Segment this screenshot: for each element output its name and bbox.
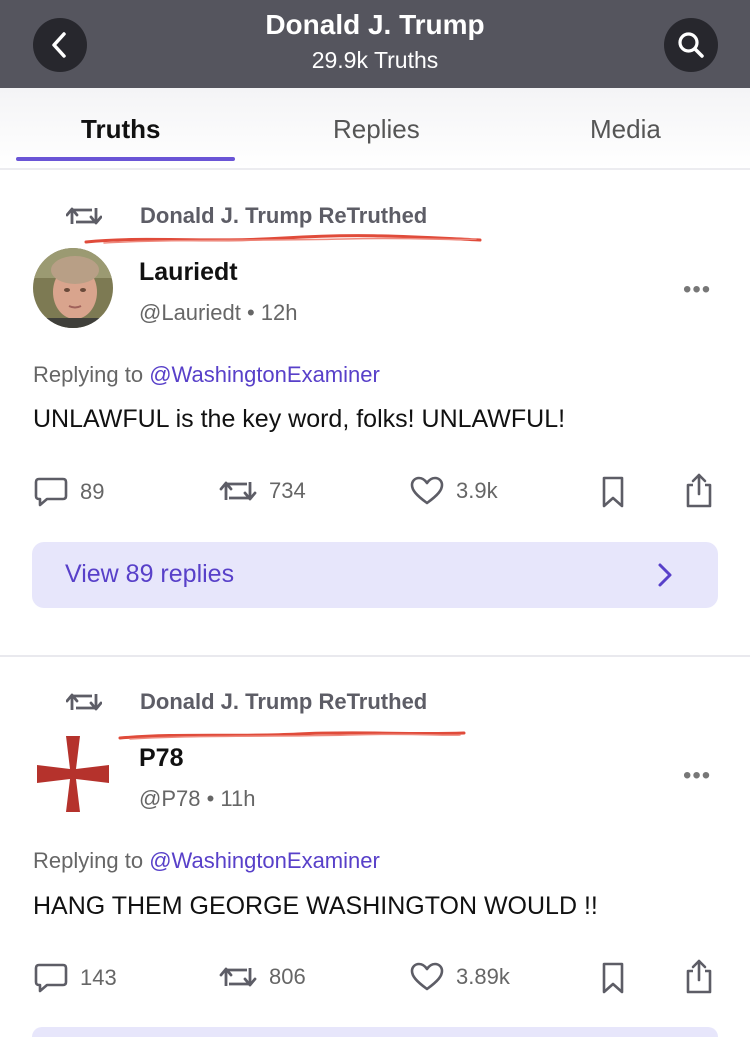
view-replies-button[interactable] [32, 1027, 718, 1037]
chevron-right-icon [658, 563, 672, 587]
like-count: 3.89k [456, 964, 510, 989]
avatar[interactable] [33, 734, 113, 814]
active-tab-indicator [16, 157, 235, 161]
truths-count: 29.9k Truths [311, 47, 439, 73]
replying-to: Replying to @WashingtonExaminer [33, 362, 380, 388]
share-icon [686, 959, 712, 994]
cross-pattee-icon [33, 734, 113, 814]
replying-to-mention[interactable]: @WashingtonExaminer [149, 848, 380, 873]
retruth-icon [66, 693, 102, 711]
view-replies-label: View 89 replies [65, 560, 235, 588]
retruth-indicator: Donald J. Trump ReTruthed [66, 688, 427, 716]
like-action[interactable]: 3.89k [410, 962, 510, 992]
bookmark-button[interactable] [601, 476, 625, 508]
handle-and-time[interactable]: @Lauriedt • 12h [139, 300, 297, 326]
post-text: HANG THEM GEORGE WASHINGTON WOULD !! [33, 892, 598, 920]
comment-icon [34, 963, 68, 993]
search-button[interactable] [664, 18, 718, 72]
heart-icon [410, 476, 444, 505]
retruth-action[interactable]: 806 [219, 962, 306, 992]
bookmark-icon [602, 476, 624, 508]
more-options-icon[interactable]: ••• [683, 762, 711, 790]
reply-action[interactable]: 143 [34, 962, 117, 994]
bookmark-button[interactable] [601, 962, 625, 994]
share-button[interactable] [684, 472, 714, 508]
retruth-count: 734 [269, 478, 306, 503]
tab-truths[interactable]: Truths [81, 114, 160, 145]
reply-count: 143 [80, 965, 117, 990]
replying-to-mention[interactable]: @WashingtonExaminer [149, 362, 380, 387]
share-button[interactable] [684, 958, 714, 994]
retruth-label: Donald J. Trump ReTruthed [140, 203, 428, 228]
retruth-icon [219, 967, 257, 987]
retruth-label: Donald J. Trump ReTruthed [140, 689, 428, 714]
like-action[interactable]: 3.9k [410, 476, 498, 506]
heart-icon [410, 962, 444, 991]
handle-and-time[interactable]: @P78 • 11h [139, 786, 255, 812]
tab-replies[interactable]: Replies [333, 114, 420, 145]
avatar[interactable] [33, 248, 113, 328]
reply-action[interactable]: 89 [34, 476, 104, 508]
post-text: UNLAWFUL is the key word, folks! UNLAWFU… [33, 405, 566, 433]
retruth-icon [219, 481, 257, 501]
post-divider [0, 655, 750, 657]
retruth-indicator: Donald J. Trump ReTruthed [66, 202, 427, 230]
user-photo [33, 248, 113, 328]
more-options-icon[interactable]: ••• [683, 276, 711, 304]
like-count: 3.9k [456, 478, 498, 503]
retruth-count: 806 [269, 964, 306, 989]
display-name[interactable]: P78 [139, 744, 183, 773]
tab-media[interactable]: Media [590, 114, 661, 145]
search-icon [678, 32, 704, 58]
retruth-action[interactable]: 734 [219, 476, 306, 506]
red-underline-annotation [84, 234, 482, 244]
comment-icon [34, 477, 68, 507]
replying-to-prefix: Replying to [33, 848, 144, 873]
share-icon [686, 473, 712, 508]
view-replies-button[interactable]: View 89 replies [32, 542, 718, 608]
retruth-icon [66, 207, 102, 225]
profile-name: Donald J. Trump [265, 9, 485, 40]
reply-count: 89 [80, 479, 105, 504]
bookmark-icon [602, 962, 624, 994]
profile-header: Donald J. Trump 29.9k Truths [0, 0, 750, 88]
display-name[interactable]: Lauriedt [139, 258, 238, 287]
replying-to: Replying to @WashingtonExaminer [33, 848, 380, 874]
red-underline-annotation [118, 731, 466, 740]
profile-tabs: Truths Replies Media [0, 88, 750, 170]
replying-to-prefix: Replying to [33, 362, 144, 387]
